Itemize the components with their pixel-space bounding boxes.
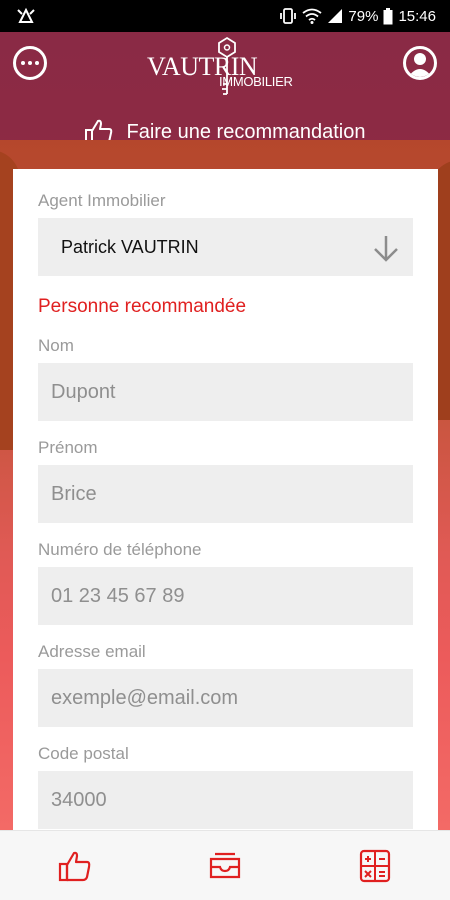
recommendation-form: Agent Immobilier Patrick VAUTRIN Personn… xyxy=(13,169,438,830)
bottom-nav xyxy=(0,830,450,900)
more-icon-dot xyxy=(21,61,25,65)
section-title: Personne recommandée xyxy=(38,296,247,317)
status-bar: 79% 15:46 xyxy=(0,0,450,32)
agent-label: Agent Immobilier xyxy=(38,191,166,210)
postal-code-input[interactable]: 34000 xyxy=(38,771,413,829)
calculator-icon xyxy=(359,849,391,883)
clock: 15:46 xyxy=(398,7,436,25)
email-placeholder: exemple@email.com xyxy=(51,686,239,709)
more-icon-dot xyxy=(35,61,39,65)
email-input[interactable]: exemple@email.com xyxy=(38,669,413,727)
phone-label: Numéro de téléphone xyxy=(38,540,202,559)
phone-input[interactable]: 01 23 45 67 89 xyxy=(38,567,413,625)
email-label: Adresse email xyxy=(38,642,146,661)
tab-calculator[interactable] xyxy=(357,849,393,883)
tab-inbox[interactable] xyxy=(207,849,243,883)
nom-input[interactable]: Dupont xyxy=(38,363,413,421)
tab-recommend[interactable] xyxy=(57,849,93,883)
postal-code-label: Code postal xyxy=(38,744,129,763)
app-header: VAUTRIN IMMOBILIER Faire une recommandat… xyxy=(0,32,450,152)
arrow-down-icon xyxy=(374,236,398,262)
battery-percent: 79% xyxy=(348,7,379,25)
postal-code-placeholder: 34000 xyxy=(51,788,107,811)
prenom-input[interactable]: Brice xyxy=(38,465,413,523)
nom-placeholder: Dupont xyxy=(51,380,116,403)
notification-icon xyxy=(17,7,35,23)
vautrin-logo: VAUTRIN IMMOBILIER xyxy=(147,36,307,98)
inbox-icon xyxy=(209,852,241,879)
vibrate-icon xyxy=(280,8,297,24)
thumbs-up-icon xyxy=(58,851,91,882)
wifi-icon xyxy=(302,8,322,24)
profile-button[interactable] xyxy=(403,46,437,80)
signal-icon xyxy=(328,9,343,23)
nom-label: Nom xyxy=(38,336,74,355)
more-icon-dot xyxy=(28,61,32,65)
profile-icon xyxy=(408,53,432,77)
phone-placeholder: 01 23 45 67 89 xyxy=(51,584,185,607)
more-button[interactable] xyxy=(13,46,47,80)
logo-sub-text: IMMOBILIER xyxy=(219,74,293,89)
agent-select[interactable]: Patrick VAUTRIN xyxy=(38,218,413,276)
battery-icon xyxy=(383,7,393,24)
agent-selected-value: Patrick VAUTRIN xyxy=(61,236,199,257)
prenom-placeholder: Brice xyxy=(51,482,97,505)
prenom-label: Prénom xyxy=(38,438,98,457)
